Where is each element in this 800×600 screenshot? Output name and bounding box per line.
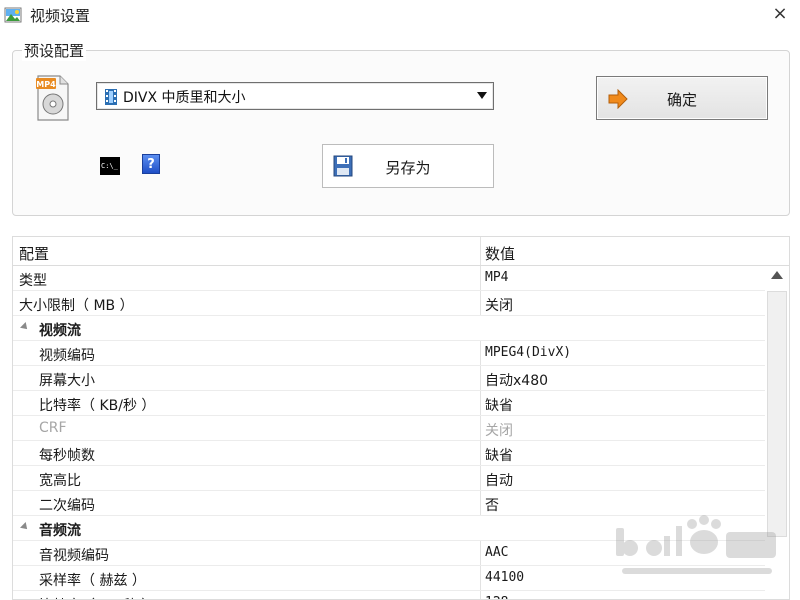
grid-row[interactable]: 视频编码 MPEG4(DivX): [13, 341, 789, 366]
grid-row-value[interactable]: 关闭: [485, 295, 513, 315]
grid-row-key: 屏幕大小: [39, 373, 95, 389]
preset-group-label: 预设配置: [22, 40, 87, 61]
preset-group: [12, 50, 790, 216]
grid-row-key: 采样率（ 赫兹 ）: [39, 573, 146, 589]
preset-dropdown[interactable]: DIVX 中质里和大小: [96, 82, 494, 110]
column-divider: [480, 366, 481, 390]
vertical-scrollbar[interactable]: [765, 267, 789, 599]
column-divider: [480, 566, 481, 590]
grid-row-value[interactable]: MP4: [485, 270, 508, 285]
grid-row[interactable]: 类型 MP4: [13, 266, 789, 291]
column-divider: [480, 441, 481, 465]
ok-button-label: 确定: [666, 91, 697, 109]
image-settings-icon: [4, 7, 22, 23]
grid-row-key: 每秒帧数: [39, 448, 95, 464]
column-divider: [480, 591, 481, 599]
chevron-down-icon: [477, 92, 487, 99]
grid-rows: 类型 MP4 大小限制（ MB ）关闭 视频流 视频编码 MPEG4(DivX) 屏幕大小自…: [13, 266, 789, 599]
scroll-thumb[interactable]: [767, 291, 787, 537]
scroll-up-icon[interactable]: [771, 271, 783, 279]
grid-row-value[interactable]: 自动: [485, 470, 513, 490]
window-title: 视频设置: [30, 7, 91, 25]
grid-row-key: 视频编码: [39, 348, 95, 364]
grid-row-value[interactable]: 缺省: [485, 395, 513, 415]
preset-selected-value: DIVX 中质里和大小: [123, 90, 246, 106]
grid-header-value: 数值: [485, 245, 516, 263]
column-divider[interactable]: [480, 237, 481, 265]
column-divider: [480, 291, 481, 315]
ok-button[interactable]: 确定: [596, 76, 768, 120]
grid-row-key: 音视频编码: [39, 548, 109, 564]
grid-row-key: 二次编码: [39, 498, 95, 514]
grid-row[interactable]: 音视频编码 AAC: [13, 541, 789, 566]
help-icon[interactable]: ?: [142, 154, 160, 174]
grid-category-row[interactable]: 视频流: [13, 316, 789, 341]
close-button[interactable]: ×: [770, 4, 790, 24]
collapse-triangle-icon[interactable]: [20, 522, 30, 532]
grid-row-key: 类型: [19, 273, 47, 289]
mp4-file-icon: MP4: [36, 75, 69, 121]
grid-row[interactable]: 宽高比 自动: [13, 466, 789, 491]
grid-row[interactable]: 大小限制（ MB ） 关闭: [13, 291, 789, 316]
title-bar: 视频设置 ×: [0, 0, 800, 30]
grid-row-key: 音频流: [39, 523, 81, 539]
grid-row[interactable]: 二次编码 否: [13, 491, 789, 516]
collapse-triangle-icon[interactable]: [20, 322, 30, 332]
grid-row-value[interactable]: 自动x480: [485, 370, 548, 390]
grid-row-key: 宽高比: [39, 473, 81, 489]
grid-row-value[interactable]: 关闭: [485, 420, 513, 440]
grid-row[interactable]: 比特率（ KB/秒 ） 128: [13, 591, 789, 599]
grid-row-key: 视频流: [39, 323, 81, 339]
save-as-button-label: 另存为: [385, 159, 431, 177]
grid-row-value[interactable]: 缺省: [485, 445, 513, 465]
grid-row[interactable]: 比特率（ KB/秒 ） 缺省: [13, 391, 789, 416]
film-strip-icon: [105, 89, 117, 105]
grid-category-row[interactable]: 音频流: [13, 516, 789, 541]
settings-grid: 配置 数值 类型 MP4 大小限制（ MB ）关闭 视频流 视频编码 MPEG4(DivX…: [12, 236, 790, 600]
column-divider: [480, 466, 481, 490]
grid-row-key: CRF: [39, 420, 67, 436]
command-prompt-icon[interactable]: C:\_: [100, 157, 120, 175]
grid-row-value[interactable]: 否: [485, 495, 499, 515]
grid-row[interactable]: CRF 关闭: [13, 416, 789, 441]
grid-header: 配置 数值: [13, 237, 789, 266]
column-divider: [480, 541, 481, 565]
column-divider: [480, 491, 481, 515]
grid-row[interactable]: 屏幕大小 自动x480: [13, 366, 789, 391]
grid-row[interactable]: 采样率（ 赫兹 ） 44100: [13, 566, 789, 591]
grid-row-value[interactable]: 128: [485, 595, 508, 599]
svg-text:MP4: MP4: [36, 80, 56, 89]
column-divider: [480, 391, 481, 415]
grid-row-value[interactable]: MPEG4(DivX): [485, 345, 571, 360]
grid-row[interactable]: 每秒帧数 缺省: [13, 441, 789, 466]
column-divider: [480, 266, 481, 290]
grid-header-key: 配置: [19, 245, 50, 263]
save-as-button[interactable]: 另存为: [322, 144, 494, 188]
grid-row-value[interactable]: 44100: [485, 570, 524, 585]
column-divider: [480, 416, 481, 440]
column-divider: [480, 341, 481, 365]
grid-row-key: 比特率（ KB/秒 ）: [39, 398, 156, 414]
grid-row-key: 比特率（ KB/秒 ）: [39, 595, 155, 599]
grid-row-key: 大小限制（ MB ）: [19, 298, 134, 314]
grid-row-value[interactable]: AAC: [485, 545, 508, 560]
